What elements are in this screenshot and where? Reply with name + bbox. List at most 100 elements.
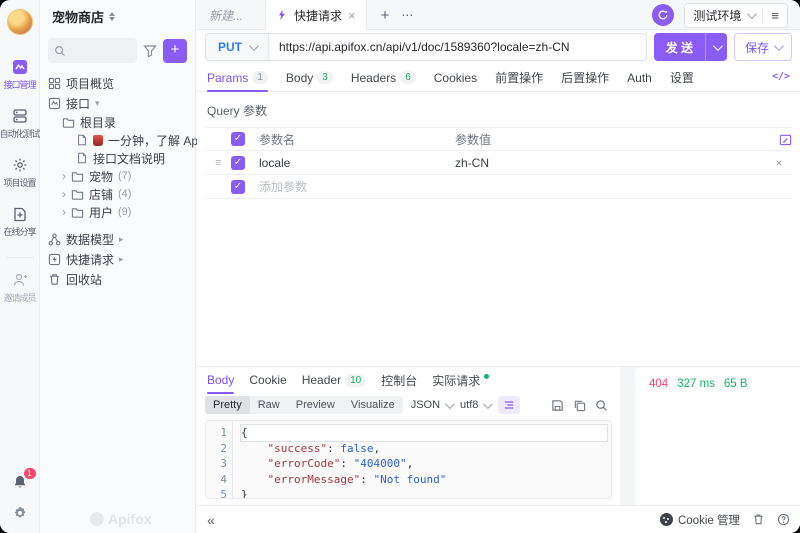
resp-tab-console[interactable]: 控制台 — [381, 367, 417, 393]
rail-item-api-management[interactable]: 接口管理 — [0, 59, 40, 91]
tree-item-doc-intro[interactable]: 一分钟，了解 Apifox! — [48, 131, 187, 149]
mode-raw[interactable]: Raw — [250, 396, 288, 414]
tab-params[interactable]: Params 1 — [207, 64, 268, 91]
api-icon — [48, 97, 61, 110]
tab-pre-ops[interactable]: 前置操作 — [495, 64, 543, 91]
tab-auth[interactable]: Auth — [627, 64, 652, 91]
rail-item-online-share[interactable]: 在线分享 — [0, 206, 40, 238]
rail-item-project-settings[interactable]: 项目设置 — [0, 157, 40, 189]
send-button[interactable]: 发 送 — [654, 33, 727, 61]
apifox-window: 接口管理 自动化测试 项目设置 在线分享 邀请成员 1 — [0, 0, 800, 533]
environment-select[interactable]: 测试环境 — [685, 7, 762, 24]
project-switcher[interactable]: 宠物商店 — [48, 0, 187, 32]
doc-icon — [76, 134, 88, 146]
collapse-sidebar-icon[interactable]: « — [207, 512, 215, 528]
checkbox-checked[interactable]: ✓ — [231, 132, 245, 146]
save-button[interactable]: 保存 — [734, 33, 792, 61]
clear-icon[interactable] — [752, 513, 765, 526]
copy-icon[interactable] — [573, 399, 586, 412]
method-select[interactable]: PUT — [206, 34, 269, 60]
caret-down-icon[interactable]: ▾ — [95, 98, 100, 109]
add-param-input[interactable]: 添加参数 — [259, 178, 455, 195]
tree-item-quick-request[interactable]: 快捷请求 ▸ — [48, 249, 187, 269]
search-input[interactable] — [48, 38, 137, 63]
help-icon[interactable] — [777, 513, 790, 526]
header-count-badge: 10 — [345, 374, 366, 387]
tree-item-folder-store[interactable]: › 店铺 (4) — [48, 185, 187, 203]
format-code-button[interactable] — [498, 396, 520, 414]
chevron-right-icon[interactable]: › — [62, 189, 66, 199]
rail-label: 邀请成员 — [4, 291, 36, 304]
checkbox-checked[interactable]: ✓ — [231, 180, 245, 194]
mode-preview[interactable]: Preview — [288, 396, 343, 414]
tree-item-label: 用户 — [89, 204, 113, 221]
status-bar: « Cookie 管理 — [197, 505, 800, 533]
batch-edit-icon[interactable] — [779, 133, 792, 146]
new-tab-button[interactable]: + — [377, 7, 394, 24]
tree-item-recycle-bin[interactable]: 回收站 — [48, 269, 187, 289]
tab-post-ops[interactable]: 后置操作 — [561, 64, 609, 91]
caret-right-icon[interactable]: ▸ — [119, 254, 124, 265]
value-column-header: 参数值 — [455, 131, 766, 148]
param-name-input[interactable]: locale — [259, 156, 455, 170]
search-response-icon[interactable] — [595, 399, 608, 412]
icon-rail: 接口管理 自动化测试 项目设置 在线分享 邀请成员 1 — [0, 0, 40, 533]
tree-item-overview[interactable]: 项目概览 — [48, 73, 187, 93]
mode-visualize[interactable]: Visualize — [343, 396, 403, 414]
tree-item-root-folder[interactable]: 根目录 — [48, 113, 187, 131]
sync-button[interactable] — [652, 4, 674, 26]
tab-cookies[interactable]: Cookies — [434, 64, 477, 91]
tab-quick-request[interactable]: 快捷请求 × — [265, 0, 367, 30]
chevron-down-icon — [249, 41, 259, 51]
tab-new-unsaved[interactable]: 新建... — [209, 7, 243, 24]
avatar[interactable] — [7, 9, 33, 35]
resp-tab-header[interactable]: Header 10 — [302, 367, 366, 393]
resp-tab-actual-request[interactable]: 实际请求 — [432, 367, 489, 393]
environment-group: 测试环境 ≡ — [684, 3, 788, 28]
code-view-icon[interactable]: </> — [772, 71, 790, 82]
rail-item-invite-members[interactable]: 邀请成员 — [6, 257, 34, 304]
tab-settings[interactable]: 设置 — [670, 64, 694, 91]
add-button[interactable]: + — [163, 39, 187, 63]
tree-item-label: 接口 — [66, 95, 90, 112]
drag-handle[interactable]: ≡ — [205, 157, 231, 169]
save-response-icon[interactable] — [551, 399, 564, 412]
tab-headers[interactable]: Headers 6 — [351, 64, 416, 91]
delete-row-icon[interactable]: × — [766, 156, 792, 170]
param-row-add: ✓ 添加参数 — [205, 175, 792, 199]
document-tabbar: 新建... 快捷请求 × + ⋯ 测试环境 ≡ — [197, 0, 800, 30]
send-options-caret[interactable] — [705, 33, 727, 61]
mode-pretty[interactable]: Pretty — [205, 396, 250, 414]
encoding-select[interactable]: utf8 — [460, 399, 490, 411]
filter-icon[interactable] — [143, 44, 157, 58]
resp-tab-body[interactable]: Body — [207, 367, 234, 393]
tree-item-count: (7) — [118, 170, 131, 182]
tree-item-apis[interactable]: 接口 ▾ — [48, 93, 187, 113]
chevron-right-icon[interactable]: › — [62, 171, 66, 181]
caret-right-icon[interactable]: ▸ — [119, 234, 124, 245]
cookie-manager-button[interactable]: Cookie 管理 — [660, 512, 740, 528]
checkbox-checked[interactable]: ✓ — [231, 156, 245, 170]
params-panel: Query 参数 ✓ 参数名 参数值 ≡ ✓ locale zh-CN × — [197, 92, 800, 366]
response-code-editor: 1 2 3 4 5 { "success": false, "errorCode… — [205, 420, 612, 499]
close-tab-icon[interactable]: × — [348, 8, 356, 23]
response-meta-panel: 404 327 ms 65 B — [635, 367, 800, 505]
format-select[interactable]: JSON — [411, 399, 452, 411]
resp-tab-cookie[interactable]: Cookie — [249, 367, 286, 393]
tree-item-data-models[interactable]: 数据模型 ▸ — [48, 229, 187, 249]
settings-gear-icon[interactable] — [12, 505, 28, 521]
more-tabs-icon[interactable]: ⋯ — [401, 8, 414, 22]
env-menu-icon[interactable]: ≡ — [763, 8, 787, 23]
chevron-right-icon[interactable]: › — [62, 207, 66, 217]
tab-body[interactable]: Body 3 — [286, 64, 333, 91]
response-toolbar: Pretty Raw Preview Visualize JSON utf8 — [197, 393, 620, 417]
rail-item-auto-test[interactable]: 自动化测试 — [0, 108, 40, 140]
notifications-button[interactable]: 1 — [12, 474, 28, 493]
url-input[interactable]: https://api.apifox.cn/api/v1/doc/1589360… — [269, 40, 580, 54]
sidebar: 宠物商店 + 项目概览 接口 ▾ 根目录 — [40, 0, 196, 533]
tree-item-folder-pets[interactable]: › 宠物 (7) — [48, 167, 187, 185]
param-value-input[interactable]: zh-CN — [455, 156, 766, 170]
tree-item-folder-users[interactable]: › 用户 (9) — [48, 203, 187, 221]
tree-item-doc-readme[interactable]: 接口文档说明 — [48, 149, 187, 167]
query-params-title: Query 参数 — [207, 102, 792, 119]
